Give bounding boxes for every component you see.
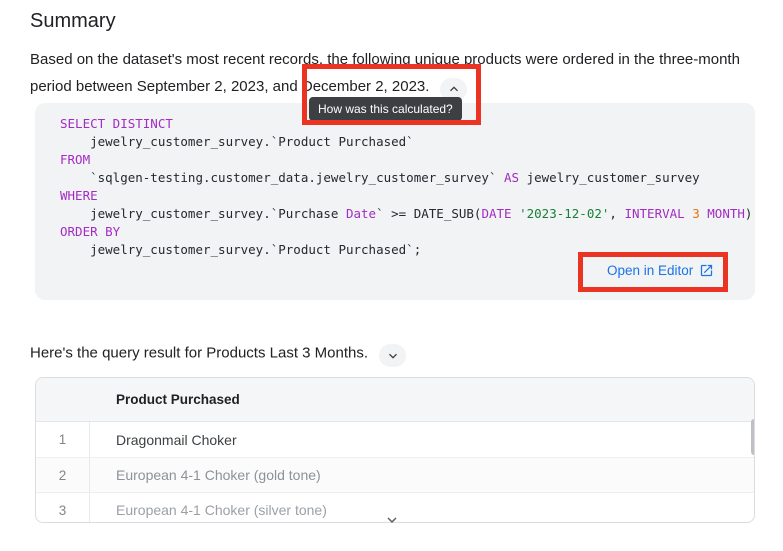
product-cell: Dragonmail Choker — [90, 422, 237, 457]
chevron-down-icon — [383, 517, 401, 532]
open-in-new-icon — [699, 263, 714, 278]
table-scroll-down-button[interactable] — [383, 511, 401, 532]
result-intro: Here's the query result for Products Las… — [30, 344, 406, 367]
product-cell: European 4-1 Choker (gold tone) — [90, 458, 321, 492]
result-intro-text: Here's the query result for Products Las… — [30, 345, 368, 362]
sql-code-line: `sqlgen-testing.customer_data.jewelry_cu… — [60, 169, 755, 187]
table-row: 2European 4-1 Choker (gold tone) — [36, 457, 754, 492]
header-product-cell: Product Purchased — [90, 392, 240, 407]
sql-code: SELECT DISTINCT jewelry_customer_survey.… — [60, 115, 755, 259]
open-in-editor-button[interactable]: Open in Editor — [607, 263, 714, 278]
summary-paragraph-text: Based on the dataset's most recent recor… — [30, 51, 740, 95]
toggle-result-button[interactable] — [379, 344, 406, 367]
sql-code-line: jewelry_customer_survey.`Product Purchas… — [60, 133, 755, 151]
page-title: Summary — [30, 10, 116, 33]
result-table-body: 1Dragonmail Choker2European 4-1 Choker (… — [36, 422, 754, 523]
chevron-up-icon — [446, 81, 462, 97]
product-cell: European 4-1 Choker (silver tone) — [90, 493, 327, 523]
row-index-cell: 1 — [36, 422, 90, 457]
summary-paragraph: Based on the dataset's most recent recor… — [30, 46, 770, 101]
sql-code-line: WHERE — [60, 187, 755, 205]
summary-panel: Summary Based on the dataset's most rece… — [0, 0, 783, 551]
table-row: 1Dragonmail Choker — [36, 422, 754, 457]
table-scrollbar-thumb[interactable] — [751, 419, 755, 455]
chevron-down-icon — [385, 348, 401, 364]
table-header-row: Product Purchased — [36, 378, 754, 422]
result-table: Product Purchased 1Dragonmail Choker2Eur… — [35, 377, 755, 523]
sql-code-line: jewelry_customer_survey.`Purchase Date` … — [60, 205, 755, 223]
sql-code-line: ORDER BY — [60, 223, 755, 241]
calculation-tooltip: How was this calculated? — [309, 97, 462, 121]
row-index-cell: 3 — [36, 493, 90, 523]
sql-code-line: FROM — [60, 151, 755, 169]
sql-code-line: jewelry_customer_survey.`Product Purchas… — [60, 241, 755, 259]
open-in-editor-label: Open in Editor — [607, 263, 693, 278]
row-index-cell: 2 — [36, 458, 90, 492]
